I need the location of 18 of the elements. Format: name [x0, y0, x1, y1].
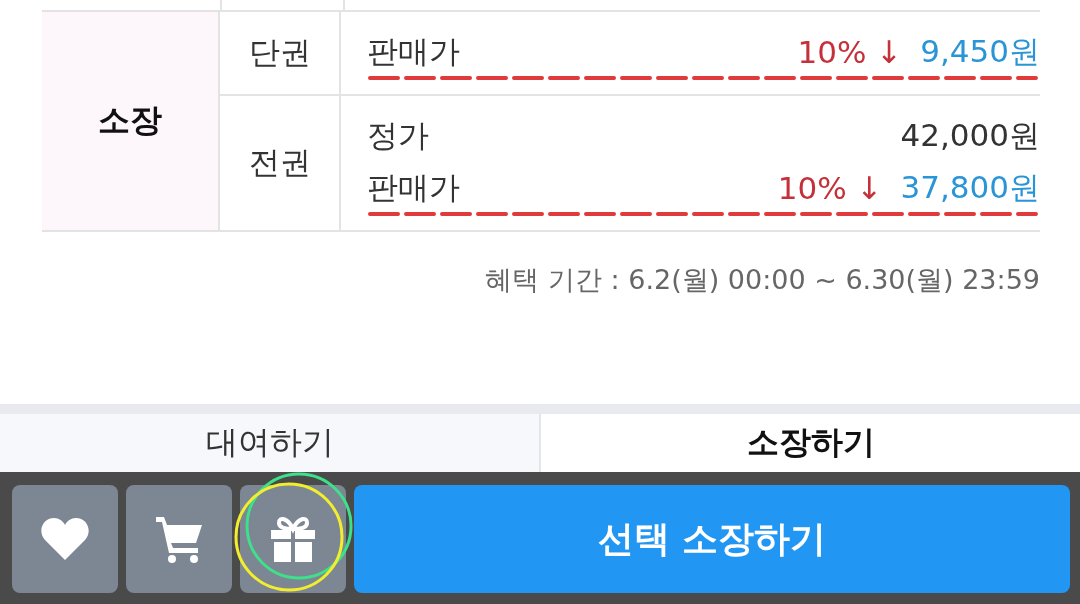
discount-rate: 10% ↓	[797, 34, 903, 70]
volume-label: 단권	[220, 12, 341, 94]
benefit-period: 혜택 기간 : 6.2(월) 00:00 ~ 6.30(월) 23:59	[485, 263, 1040, 297]
cart-button[interactable]	[126, 485, 232, 593]
volume-label: 전권	[220, 96, 341, 230]
cart-icon	[156, 517, 202, 563]
sale-price: 37,800원	[900, 168, 1040, 207]
sale-price: 9,450원	[920, 32, 1040, 71]
price-label: 판매가	[367, 33, 460, 69]
discount-rate: 10% ↓	[777, 170, 883, 206]
gift-icon	[271, 516, 315, 562]
price-label: 판매가	[367, 169, 460, 205]
heart-icon	[41, 518, 89, 560]
row-header: 소장	[42, 12, 220, 230]
price-label: 정가	[367, 117, 429, 153]
tab[interactable]: 대여하기	[0, 414, 539, 472]
heart-button[interactable]	[12, 485, 118, 593]
regular-price: 42,000원	[900, 116, 1040, 155]
